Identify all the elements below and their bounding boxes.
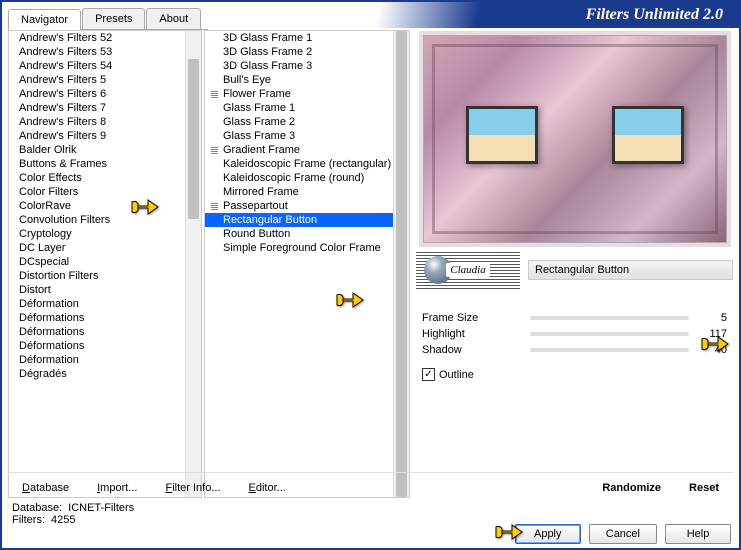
author-badge: Claudia <box>416 251 520 289</box>
tabs: Navigator Presets About <box>8 8 208 30</box>
param-row: Frame Size 5 <box>416 310 733 326</box>
category-list[interactable]: Andrew's Filters 52Andrew's Filters 53An… <box>9 31 201 497</box>
category-item[interactable]: Cryptology <box>9 227 201 241</box>
category-scrollbar[interactable] <box>185 31 201 497</box>
apply-button[interactable]: Apply <box>515 524 581 544</box>
outline-checkbox-row: ✓ Outline <box>416 358 733 391</box>
category-item[interactable]: Buttons & Frames <box>9 157 201 171</box>
param-row: Shadow 40 <box>416 342 733 358</box>
scrollbar-thumb[interactable] <box>396 31 407 497</box>
category-item[interactable]: Andrew's Filters 54 <box>9 59 201 73</box>
category-item[interactable]: DC Layer <box>9 241 201 255</box>
category-item[interactable]: ColorRave <box>9 199 201 213</box>
category-item[interactable]: Balder Olrik <box>9 143 201 157</box>
main-area: Andrew's Filters 52Andrew's Filters 53An… <box>8 30 733 498</box>
filter-item[interactable]: Kaleidoscopic Frame (round) <box>205 171 409 185</box>
category-item[interactable]: Dégradés <box>9 367 201 381</box>
status-filters-value: 4255 <box>51 514 75 526</box>
randomize-button[interactable]: Randomize <box>588 478 675 498</box>
filter-item[interactable]: Kaleidoscopic Frame (rectangular) <box>205 157 409 171</box>
filter-list[interactable]: 3D Glass Frame 13D Glass Frame 23D Glass… <box>205 31 409 255</box>
outline-checkbox[interactable]: ✓ <box>422 368 435 381</box>
preview-photo-left <box>466 106 538 164</box>
category-item[interactable]: Andrew's Filters 5 <box>9 73 201 87</box>
filter-item[interactable]: Glass Frame 3 <box>205 129 409 143</box>
filter-item[interactable]: 3D Glass Frame 3 <box>205 59 409 73</box>
filter-item[interactable]: Glass Frame 1 <box>205 101 409 115</box>
action-bar: Apply Cancel Help <box>515 524 731 544</box>
current-filter-label: Rectangular Button <box>528 260 733 280</box>
tab-about[interactable]: About <box>146 8 201 29</box>
filter-panel: 3D Glass Frame 13D Glass Frame 23D Glass… <box>204 30 410 498</box>
filter-item[interactable]: Rectangular Button <box>205 213 409 227</box>
parameters: Frame Size 5 Highlight 117 Shadow 40 <box>416 310 733 358</box>
category-item[interactable]: Color Filters <box>9 185 201 199</box>
category-item[interactable]: Andrew's Filters 52 <box>9 31 201 45</box>
filter-item[interactable]: Bull's Eye <box>205 73 409 87</box>
logo-strip: Claudia Rectangular Button <box>416 250 733 290</box>
category-item[interactable]: Andrew's Filters 7 <box>9 101 201 115</box>
reset-button[interactable]: Reset <box>675 478 733 498</box>
category-item[interactable]: Déformations <box>9 339 201 353</box>
param-value: 5 <box>697 312 727 324</box>
help-button[interactable]: Help <box>665 524 731 544</box>
filter-scrollbar[interactable] <box>393 31 409 497</box>
param-label: Frame Size <box>422 312 522 324</box>
right-panel: Claudia Rectangular Button Frame Size 5 Hi… <box>416 30 733 498</box>
category-item[interactable]: Andrew's Filters 6 <box>9 87 201 101</box>
status-filters-label: Filters: <box>12 514 45 526</box>
category-item[interactable]: Déformation <box>9 297 201 311</box>
category-item[interactable]: Andrew's Filters 8 <box>9 115 201 129</box>
preview-photo-right <box>612 106 684 164</box>
preview-image <box>423 35 727 243</box>
category-item[interactable]: Distortion Filters <box>9 269 201 283</box>
import-button[interactable]: Import... <box>83 478 151 498</box>
category-item[interactable]: Déformations <box>9 311 201 325</box>
category-item[interactable]: Andrew's Filters 9 <box>9 129 201 143</box>
app-title: Filters Unlimited 2.0 <box>586 6 723 24</box>
category-item[interactable]: Convolution Filters <box>9 213 201 227</box>
param-slider[interactable] <box>530 348 689 352</box>
author-name: Claudia <box>446 263 489 277</box>
tab-presets[interactable]: Presets <box>82 8 145 29</box>
scrollbar-thumb[interactable] <box>188 59 199 219</box>
status-db-value: ICNET-Filters <box>68 502 134 514</box>
filter-item[interactable]: Mirrored Frame <box>205 185 409 199</box>
param-value: 40 <box>697 344 727 356</box>
param-slider[interactable] <box>530 332 689 336</box>
param-slider[interactable] <box>530 316 689 320</box>
outline-label: Outline <box>439 369 474 381</box>
filter-item[interactable]: Round Button <box>205 227 409 241</box>
category-item[interactable]: Déformations <box>9 325 201 339</box>
status-bar: Database: ICNET-Filters Filters: 4255 <box>12 502 134 526</box>
cancel-button[interactable]: Cancel <box>589 524 657 544</box>
filter-item[interactable]: Passepartout <box>205 199 409 213</box>
title-banner: Filters Unlimited 2.0 <box>339 2 739 28</box>
filter-item[interactable]: Glass Frame 2 <box>205 115 409 129</box>
param-label: Highlight <box>422 328 522 340</box>
param-row: Highlight 117 <box>416 326 733 342</box>
param-label: Shadow <box>422 344 522 356</box>
filter-item[interactable]: Simple Foreground Color Frame <box>205 241 409 255</box>
database-button[interactable]: Database <box>8 478 83 498</box>
toolbar: Database Import... Filter Info... Editor… <box>8 472 733 498</box>
filter-info-button[interactable]: Filter Info... <box>151 478 234 498</box>
category-item[interactable]: DCspecial <box>9 255 201 269</box>
preview-box <box>416 30 733 248</box>
category-item[interactable]: Andrew's Filters 53 <box>9 45 201 59</box>
category-item[interactable]: Distort <box>9 283 201 297</box>
category-panel: Andrew's Filters 52Andrew's Filters 53An… <box>8 30 202 498</box>
category-item[interactable]: Déformation <box>9 353 201 367</box>
filter-item[interactable]: Gradient Frame <box>205 143 409 157</box>
param-value: 117 <box>697 328 727 340</box>
filter-item[interactable]: Flower Frame <box>205 87 409 101</box>
editor-button[interactable]: Editor... <box>235 478 300 498</box>
filter-item[interactable]: 3D Glass Frame 2 <box>205 45 409 59</box>
status-db-label: Database: <box>12 502 62 514</box>
tab-navigator[interactable]: Navigator <box>8 9 81 30</box>
filter-item[interactable]: 3D Glass Frame 1 <box>205 31 409 45</box>
category-item[interactable]: Color Effects <box>9 171 201 185</box>
